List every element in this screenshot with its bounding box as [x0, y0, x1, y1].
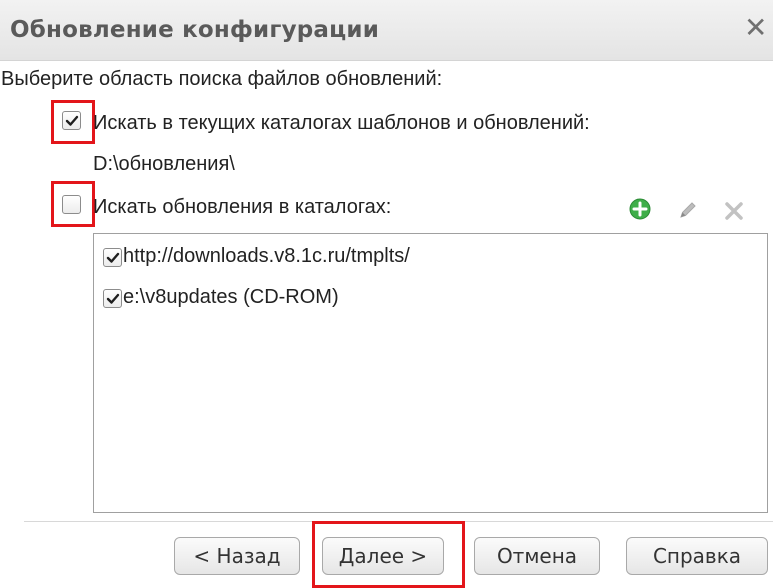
back-button[interactable]: < Назад [174, 537, 300, 575]
title-bar: Обновление конфигурации ✕ [0, 0, 773, 61]
dialog-title: Обновление конфигурации [10, 17, 380, 43]
catalog-checkbox-1[interactable] [103, 248, 122, 267]
catalog-item-1-label[interactable]: http://downloads.v8.1c.ru/tmplts/ [123, 245, 410, 268]
checkmark-icon [65, 115, 79, 126]
checkmark-icon [106, 252, 120, 263]
catalog-item-2-label[interactable]: e:\v8updates (CD-ROM) [123, 286, 339, 309]
search-catalogs-checkbox[interactable] [62, 195, 81, 214]
close-icon[interactable]: ✕ [744, 13, 772, 43]
cancel-button[interactable]: Отмена [474, 537, 600, 575]
catalogs-list[interactable]: http://downloads.v8.1c.ru/tmplts/ e:\v8u… [93, 233, 768, 513]
delete-icon[interactable] [724, 201, 744, 221]
search-area-label: Выберите область поиска файлов обновлени… [1, 68, 443, 90]
help-button[interactable]: Справка [626, 537, 768, 575]
current-catalogs-checkbox[interactable] [62, 111, 81, 130]
add-icon[interactable] [629, 198, 651, 220]
checkmark-icon [106, 293, 120, 304]
pencil-icon[interactable] [677, 199, 699, 221]
highlight-frame-next-button [312, 521, 465, 588]
current-catalogs-path: D:\обновления\ [93, 153, 235, 175]
current-catalogs-label[interactable]: Искать в текущих каталогах шаблонов и об… [93, 112, 590, 135]
catalog-checkbox-2[interactable] [103, 289, 122, 308]
search-catalogs-label[interactable]: Искать обновления в каталогах: [93, 196, 391, 219]
